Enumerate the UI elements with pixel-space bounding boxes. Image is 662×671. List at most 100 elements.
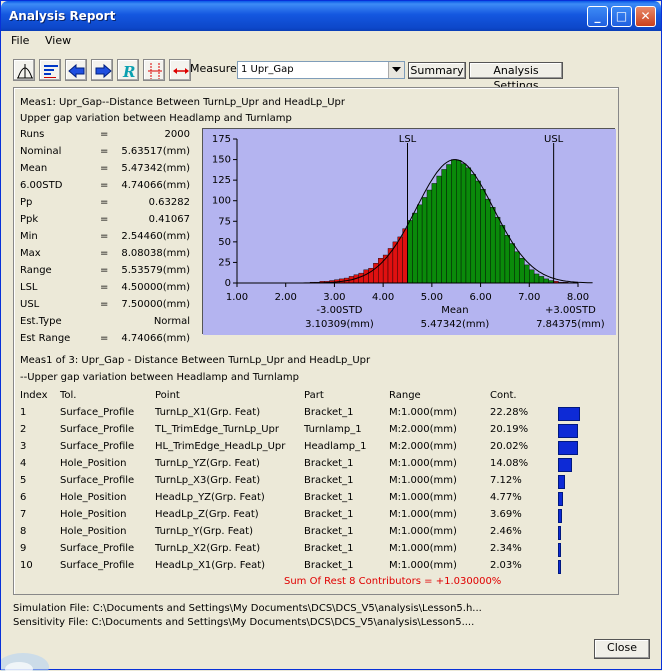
next-button[interactable] (91, 59, 113, 81)
histogram-bar (460, 163, 467, 284)
stat-row: Mean = 5.47342(mm) (14, 163, 190, 177)
table-row[interactable]: 10 Surface_Profile HeadLp_X1(Grp. Feat) Bra… (20, 560, 610, 577)
window-title: Analysis Report (9, 9, 116, 23)
marker-value: 7.84375(mm) (536, 319, 605, 330)
previous-button[interactable] (65, 59, 87, 81)
contribution-bar (558, 560, 561, 574)
sort-list-button[interactable] (39, 59, 61, 81)
title-bar[interactable]: Analysis Report _ □ ✕ (1, 1, 661, 31)
table-row[interactable]: 4 Hole_Position TurnLp_YZ(Grp. Feat) Bracke… (20, 458, 610, 475)
spec-limits-button[interactable] (143, 59, 165, 81)
stat-equals: = (100, 214, 109, 225)
cell-tol: Surface_Profile (60, 407, 135, 418)
histogram-bar (426, 189, 433, 284)
measure-dropdown-button[interactable] (388, 62, 404, 78)
close-window-button[interactable]: ✕ (635, 6, 656, 27)
maximize-button[interactable]: □ (611, 6, 632, 27)
x-tick-label: 7.00 (518, 292, 540, 303)
histogram-bar (529, 269, 535, 284)
histogram-bar (358, 272, 364, 284)
y-tick-label: 50 (218, 237, 231, 248)
next-icon (95, 63, 112, 79)
y-tick-label: 150 (212, 155, 231, 166)
table-row[interactable]: 1 Surface_Profile TurnLp_X1(Grp. Feat) Brac… (20, 407, 610, 424)
stat-equals: = (100, 248, 109, 259)
measure-select[interactable]: 1 Upr_Gap (237, 61, 405, 79)
stat-name: Pp (20, 197, 33, 208)
cell-tol: Hole_Position (60, 509, 127, 520)
stat-value: 4.50000(mm) (121, 282, 190, 293)
stat-value: 2.54460(mm) (121, 231, 190, 242)
close-button[interactable]: Close (594, 639, 650, 659)
cell-index: 5 (20, 475, 27, 486)
histogram-bar (446, 164, 452, 284)
stat-name: Range (20, 265, 52, 276)
contribution-bar (558, 492, 563, 506)
histogram-bar (470, 174, 476, 284)
stat-value: 0.63282 (148, 197, 190, 208)
y-tick-label: 75 (218, 216, 231, 227)
cell-range: M:1.000(mm) (389, 407, 457, 418)
stat-value: 4.74066(mm) (121, 333, 190, 344)
analysis-settings-button[interactable]: Analysis Settings (469, 62, 563, 92)
cell-cont: 7.12% (490, 475, 522, 486)
cell-range: M:2.000(mm) (389, 424, 457, 435)
stat-name: Nominal (20, 146, 62, 157)
summary-button[interactable]: Summary (408, 62, 466, 79)
histogram-button[interactable] (13, 59, 35, 81)
stat-value: 4.74066(mm) (121, 180, 190, 191)
cell-tol: Surface_Profile (60, 560, 135, 571)
spec-limit-label: USL (544, 134, 564, 145)
menu-view[interactable]: View (45, 34, 71, 47)
cell-tol: Surface_Profile (60, 441, 135, 452)
stat-equals: = (100, 197, 109, 208)
stat-name: 6.00STD (20, 180, 63, 191)
histogram-bar (543, 278, 549, 284)
x-tick-label: 2.00 (275, 292, 297, 303)
contribution-bar (558, 543, 561, 557)
table-row[interactable]: 9 Surface_Profile TurnLp_X2(Grp. Feat) Brac… (20, 543, 610, 560)
column-header-index: Index (20, 390, 48, 401)
contributors-title: Meas1 of 3: Upr_Gap - Distance Between T… (20, 355, 371, 366)
histogram-bar (494, 216, 501, 284)
histogram-bar (436, 175, 442, 284)
x-tick-label: 8.00 (567, 292, 589, 303)
menu-file[interactable]: File (11, 34, 29, 47)
stat-row: LSL = 4.50000(mm) (14, 282, 190, 296)
chevron-down-icon (392, 67, 401, 72)
stat-value: 5.47342(mm) (121, 163, 190, 174)
cell-point: HL_TrimEdge_HeadLp_Upr (155, 441, 286, 452)
minimize-button[interactable]: _ (587, 6, 608, 27)
cell-point: HeadLp_X1(Grp. Feat) (155, 560, 266, 571)
cell-tol: Hole_Position (60, 458, 127, 469)
column-header-cont: Cont. (490, 390, 517, 401)
table-row[interactable]: 6 Hole_Position HeadLp_YZ(Grp. Feat) Bracke… (20, 492, 610, 509)
stat-equals: = (100, 180, 109, 191)
histogram-bar (490, 207, 496, 284)
table-row[interactable]: 5 Surface_Profile TurnLp_X3(Grp. Feat) Brac… (20, 475, 610, 492)
cell-index: 4 (20, 458, 27, 469)
cell-range: M:1.000(mm) (389, 543, 457, 554)
range-arrows-button[interactable] (169, 59, 191, 81)
stat-value: 7.50000(mm) (121, 299, 190, 310)
cell-cont: 2.03% (490, 560, 522, 571)
table-row[interactable]: 2 Surface_Profile TL_TrimEdge_TurnLp_Upr Tu… (20, 424, 610, 441)
table-row[interactable]: 3 Surface_Profile HL_TrimEdge_HeadLp_Upr He… (20, 441, 610, 458)
marker-label: Mean (441, 305, 468, 316)
stat-value: 0.41067 (148, 214, 190, 225)
decorative-swirl (1, 653, 49, 671)
cell-range: M:1.000(mm) (389, 492, 457, 503)
cell-tol: Surface_Profile (60, 543, 135, 554)
table-row[interactable]: 7 Hole_Position HeadLp_Z(Grp. Feat) Bracket… (20, 509, 610, 526)
marker-label: +3.00STD (545, 305, 596, 316)
table-row[interactable]: 8 Hole_Position TurnLp_Y(Grp. Feat) Bracket… (20, 526, 610, 543)
column-header-part: Part (304, 390, 324, 401)
stat-equals: = (100, 265, 109, 276)
cell-index: 8 (20, 526, 27, 537)
r-button[interactable]: R (117, 59, 139, 81)
y-tick-label: 0 (225, 278, 231, 289)
column-header-point: Point (155, 390, 180, 401)
stat-name: Est Range (20, 333, 71, 344)
histogram-bar (504, 235, 510, 284)
measure-header-line1: Meas1: Upr_Gap--Distance Between TurnLp_… (20, 97, 345, 108)
